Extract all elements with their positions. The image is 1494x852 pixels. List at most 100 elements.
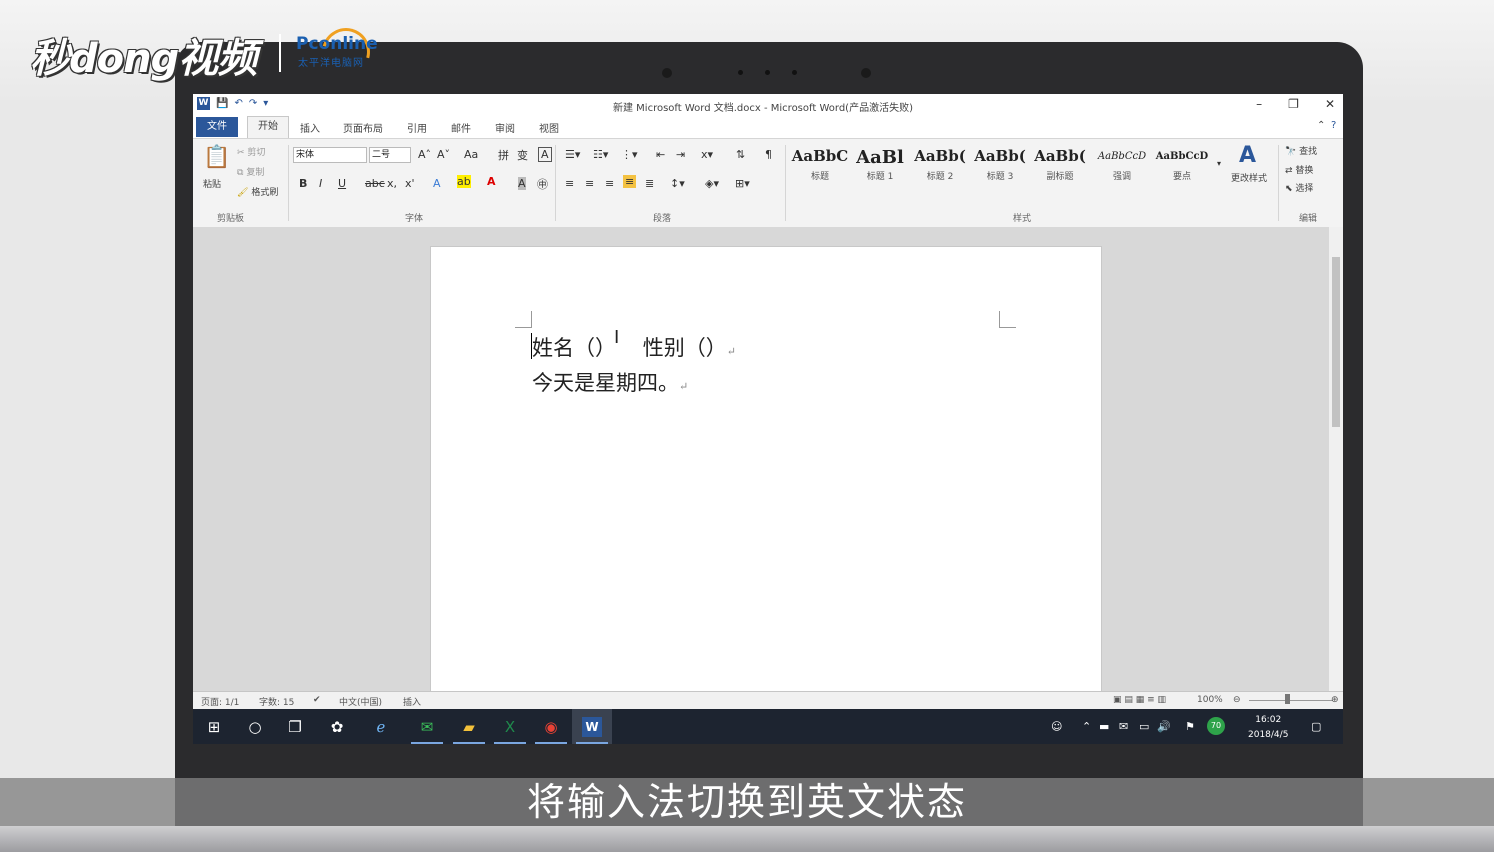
find-button[interactable]: 🔭 查找	[1285, 144, 1317, 157]
show-marks-icon[interactable]: ¶	[765, 148, 772, 161]
insert-mode[interactable]: 插入	[403, 695, 421, 708]
style-title[interactable]: AaBbC 标题	[791, 147, 849, 191]
copy-button[interactable]: ⧉ 复制	[237, 165, 264, 178]
phonetic-guide-icon[interactable]: 拼	[498, 147, 509, 163]
task-view-icon[interactable]: ❐	[285, 717, 305, 737]
edge-icon[interactable]: ℯ	[371, 717, 391, 737]
line-spacing-icon[interactable]: ↕▾	[670, 177, 685, 190]
borders-icon[interactable]: ⊞▾	[735, 177, 750, 190]
zoom-out-icon[interactable]: ⊖	[1233, 695, 1241, 705]
align-right-icon[interactable]: ≡	[605, 177, 614, 190]
zoom-in-icon[interactable]: ⊕	[1331, 695, 1339, 705]
tab-home[interactable]: 开始	[247, 116, 289, 138]
network-icon[interactable]: ▭	[1139, 720, 1149, 733]
underline-button[interactable]: U	[338, 177, 346, 190]
wechat-icon[interactable]: ✉	[417, 717, 437, 737]
system-clock[interactable]: 16:02 2018/4/5	[1248, 713, 1288, 743]
zoom-slider-thumb[interactable]	[1285, 694, 1290, 704]
tab-file[interactable]: 文件	[196, 117, 238, 137]
page-count[interactable]: 页面: 1/1	[201, 695, 239, 708]
strikethrough-button[interactable]: abc	[365, 177, 385, 190]
font-size-select[interactable]: 二号	[369, 147, 411, 163]
tab-insert[interactable]: 插入	[300, 120, 320, 135]
sort-icon[interactable]: ⇅	[736, 148, 745, 161]
highlight-button[interactable]: ab	[457, 175, 471, 188]
people-icon[interactable]: ☺	[1051, 720, 1062, 733]
style-subtitle[interactable]: AaBb(副标题	[1031, 147, 1089, 191]
numbering-icon[interactable]: ☷▾	[593, 148, 608, 161]
font-color-button[interactable]: A	[487, 175, 496, 188]
change-styles-icon[interactable]: A	[1239, 143, 1256, 168]
excel-icon[interactable]: X	[500, 717, 520, 737]
action-center-icon[interactable]: ▢	[1311, 720, 1321, 733]
cortana-icon[interactable]: ○	[245, 717, 265, 737]
zoom-level[interactable]: 100%	[1197, 695, 1223, 705]
volume-icon[interactable]: 🔊	[1157, 720, 1171, 733]
paste-button[interactable]: 粘贴	[203, 177, 221, 190]
pinwheel-app-icon[interactable]: ✿	[327, 717, 347, 737]
security-badge[interactable]: 70	[1207, 717, 1225, 735]
document-line-2[interactable]: 今天是星期四。↵	[532, 367, 688, 397]
replace-button[interactable]: ⇄ 替换	[1285, 163, 1313, 176]
char-shading-button[interactable]: A	[518, 177, 526, 190]
shrink-font-button[interactable]: A˅	[437, 148, 450, 161]
minimize-button[interactable]: –	[1256, 97, 1262, 111]
align-center-icon[interactable]: ≡	[585, 177, 594, 190]
decrease-indent-icon[interactable]: ⇤	[656, 148, 665, 161]
cut-button[interactable]: ✂ 剪切	[237, 145, 265, 158]
start-icon[interactable]: ⊞	[204, 717, 224, 737]
italic-button[interactable]: I	[319, 177, 322, 190]
bullets-icon[interactable]: ☰▾	[565, 148, 580, 161]
text-effects-button[interactable]: A	[433, 177, 441, 190]
customize-qat-icon[interactable]: ▾	[263, 98, 268, 109]
select-button[interactable]: ⬉ 选择	[1285, 181, 1313, 194]
subscript-button[interactable]: x,	[387, 177, 397, 190]
style-heading-1[interactable]: AaBl 标题 1	[851, 147, 909, 191]
tray-wechat-icon[interactable]: ✉	[1119, 720, 1128, 733]
file-explorer-icon[interactable]: ▰	[459, 717, 479, 737]
close-button[interactable]: ✕	[1325, 97, 1335, 111]
bold-button[interactable]: B	[299, 177, 307, 190]
view-mode-icons[interactable]: ▣ ▤ ▦ ≡ ▥	[1113, 695, 1166, 705]
proofing-icon[interactable]: ✔	[313, 695, 321, 705]
language-indicator[interactable]: 中文(中国)	[339, 695, 382, 708]
word-count[interactable]: 字数: 15	[259, 695, 294, 708]
style-strong[interactable]: AaBbCcD 要点	[1153, 147, 1211, 191]
word-taskbar-icon[interactable]: W	[582, 717, 602, 737]
tab-references[interactable]: 引用	[407, 120, 427, 135]
restore-button[interactable]: ❐	[1288, 97, 1299, 111]
ime-icon[interactable]: ⚑	[1185, 720, 1195, 733]
paste-icon[interactable]: 📋	[203, 145, 230, 170]
distributed-icon[interactable]: ≣	[645, 177, 654, 190]
tab-page-layout[interactable]: 页面布局	[343, 120, 383, 135]
multilevel-list-icon[interactable]: ⋮▾	[621, 148, 638, 161]
tab-view[interactable]: 视图	[539, 120, 559, 135]
char-border-icon[interactable]: 变	[517, 147, 528, 163]
style-emphasis[interactable]: AaBbCcD 强调	[1093, 147, 1151, 191]
style-heading-2[interactable]: AaBb(标题 2	[911, 147, 969, 191]
document-line-1[interactable]: 姓名（） 性别（）↵	[532, 332, 736, 362]
tray-app-icon[interactable]: ▬	[1099, 720, 1109, 733]
help-icon[interactable]: ?	[1331, 120, 1336, 131]
enclose-char-button[interactable]: ㊥	[537, 176, 548, 192]
scrollbar-thumb[interactable]	[1332, 257, 1340, 427]
increase-indent-icon[interactable]: ⇥	[676, 148, 685, 161]
superscript-button[interactable]: x'	[405, 177, 415, 190]
grow-font-button[interactable]: A˄	[418, 148, 431, 161]
change-case-button[interactable]: Aa	[464, 148, 478, 161]
style-heading-3[interactable]: AaBb(标题 3	[971, 147, 1029, 191]
font-name-select[interactable]: 宋体	[293, 147, 367, 163]
save-icon[interactable]: 💾	[216, 98, 228, 109]
tray-expand-icon[interactable]: ⌃	[1082, 720, 1091, 733]
redo-icon[interactable]: ↷	[249, 98, 257, 109]
tab-mailings[interactable]: 邮件	[451, 120, 471, 135]
minimize-ribbon-icon[interactable]: ⌃	[1317, 120, 1325, 131]
undo-icon[interactable]: ↶	[234, 98, 242, 109]
justify-icon[interactable]: ≡	[623, 175, 637, 188]
zoom-slider[interactable]	[1249, 700, 1333, 701]
format-painter-button[interactable]: 🖌 格式刷	[237, 185, 278, 198]
chinese-layout-icon[interactable]: ⅹ▾	[701, 148, 713, 161]
align-left-icon[interactable]: ≡	[565, 177, 574, 190]
document-page[interactable]: 姓名（） 性别（）↵ 今天是星期四。↵ Ⅰ	[430, 246, 1102, 708]
enclose-char-icon[interactable]: A	[538, 147, 552, 162]
